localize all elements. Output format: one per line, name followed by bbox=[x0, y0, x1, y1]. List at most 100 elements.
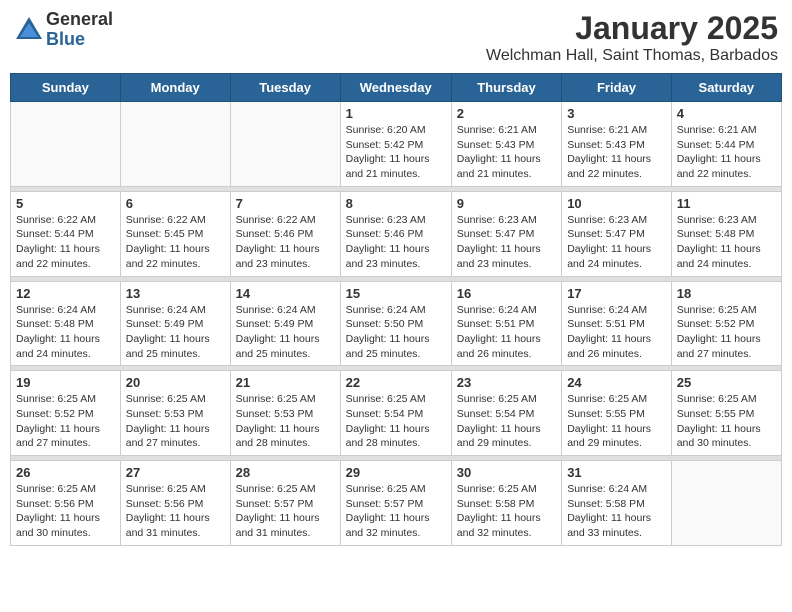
calendar-cell: 31Sunrise: 6:24 AM Sunset: 5:58 PM Dayli… bbox=[562, 461, 672, 546]
day-number: 19 bbox=[16, 375, 115, 390]
week-row-2: 5Sunrise: 6:22 AM Sunset: 5:44 PM Daylig… bbox=[11, 191, 782, 276]
day-info: Sunrise: 6:23 AM Sunset: 5:46 PM Dayligh… bbox=[346, 213, 446, 272]
day-info: Sunrise: 6:25 AM Sunset: 5:53 PM Dayligh… bbox=[236, 392, 335, 451]
day-info: Sunrise: 6:22 AM Sunset: 5:44 PM Dayligh… bbox=[16, 213, 115, 272]
day-info: Sunrise: 6:21 AM Sunset: 5:43 PM Dayligh… bbox=[567, 123, 666, 182]
logo-blue-text: Blue bbox=[46, 30, 113, 50]
day-info: Sunrise: 6:25 AM Sunset: 5:54 PM Dayligh… bbox=[346, 392, 446, 451]
day-number: 17 bbox=[567, 286, 666, 301]
day-number: 2 bbox=[457, 106, 556, 121]
calendar-cell: 19 Sunrise: 6:25 AM Sunset: 5:52 PM Dayli… bbox=[11, 371, 121, 456]
weekday-header-saturday: Saturday bbox=[671, 74, 781, 102]
day-number: 22 bbox=[346, 375, 446, 390]
weekday-header-monday: Monday bbox=[120, 74, 230, 102]
logo-general-text: General bbox=[46, 10, 113, 30]
calendar-cell: 7 Sunrise: 6:22 AM Sunset: 5:46 PM Daylig… bbox=[230, 191, 340, 276]
calendar-cell: 20 Sunrise: 6:25 AM Sunset: 5:53 PM Dayli… bbox=[120, 371, 230, 456]
logo-icon bbox=[14, 15, 44, 45]
day-number: 6 bbox=[126, 196, 225, 211]
day-number: 16 bbox=[457, 286, 556, 301]
day-info: Sunrise: 6:21 AM Sunset: 5:43 PM Dayligh… bbox=[457, 123, 556, 182]
day-info: Sunrise: 6:25 AM Sunset: 5:56 PM Dayligh… bbox=[126, 482, 225, 541]
weekday-header-row: SundayMondayTuesdayWednesdayThursdayFrid… bbox=[11, 74, 782, 102]
calendar-cell: 11 Sunrise: 6:23 AM Sunset: 5:48 PM Dayli… bbox=[671, 191, 781, 276]
title-block: January 2025 Welchman Hall, Saint Thomas… bbox=[486, 10, 778, 65]
day-info: Sunrise: 6:24 AM Sunset: 5:51 PM Dayligh… bbox=[567, 303, 666, 362]
day-number: 1 bbox=[346, 106, 446, 121]
calendar-cell: 3Sunrise: 6:21 AM Sunset: 5:43 PM Daylig… bbox=[562, 102, 672, 187]
weekday-header-friday: Friday bbox=[562, 74, 672, 102]
week-row-1: 1 Sunrise: 6:20 AM Sunset: 5:42 PM Daylig… bbox=[11, 102, 782, 187]
day-number: 13 bbox=[126, 286, 225, 301]
day-number: 15 bbox=[346, 286, 446, 301]
calendar-cell: 4 Sunrise: 6:21 AM Sunset: 5:44 PM Daylig… bbox=[671, 102, 781, 187]
calendar-cell bbox=[671, 461, 781, 546]
weekday-header-wednesday: Wednesday bbox=[340, 74, 451, 102]
page-header: General Blue January 2025 Welchman Hall,… bbox=[10, 10, 782, 65]
calendar-cell: 27 Sunrise: 6:25 AM Sunset: 5:56 PM Dayli… bbox=[120, 461, 230, 546]
day-number: 7 bbox=[236, 196, 335, 211]
day-number: 11 bbox=[677, 196, 776, 211]
weekday-header-sunday: Sunday bbox=[11, 74, 121, 102]
day-number: 12 bbox=[16, 286, 115, 301]
logo-text: General Blue bbox=[46, 10, 113, 50]
day-info: Sunrise: 6:24 AM Sunset: 5:51 PM Dayligh… bbox=[457, 303, 556, 362]
day-info: Sunrise: 6:25 AM Sunset: 5:57 PM Dayligh… bbox=[346, 482, 446, 541]
calendar-cell: 30 Sunrise: 6:25 AM Sunset: 5:58 PM Dayli… bbox=[451, 461, 561, 546]
day-info: Sunrise: 6:22 AM Sunset: 5:46 PM Dayligh… bbox=[236, 213, 335, 272]
logo: General Blue bbox=[14, 10, 113, 50]
calendar-cell: 2 Sunrise: 6:21 AM Sunset: 5:43 PM Daylig… bbox=[451, 102, 561, 187]
day-number: 4 bbox=[677, 106, 776, 121]
calendar-cell: 17 Sunrise: 6:24 AM Sunset: 5:51 PM Dayli… bbox=[562, 281, 672, 366]
day-info: Sunrise: 6:25 AM Sunset: 5:52 PM Dayligh… bbox=[16, 392, 115, 451]
calendar-cell: 23 Sunrise: 6:25 AM Sunset: 5:54 PM Dayli… bbox=[451, 371, 561, 456]
day-info: Sunrise: 6:25 AM Sunset: 5:55 PM Dayligh… bbox=[677, 392, 776, 451]
calendar-cell: 13Sunrise: 6:24 AM Sunset: 5:49 PM Dayli… bbox=[120, 281, 230, 366]
day-number: 20 bbox=[126, 375, 225, 390]
day-info: Sunrise: 6:25 AM Sunset: 5:58 PM Dayligh… bbox=[457, 482, 556, 541]
day-info: Sunrise: 6:21 AM Sunset: 5:44 PM Dayligh… bbox=[677, 123, 776, 182]
week-row-5: 26Sunrise: 6:25 AM Sunset: 5:56 PM Dayli… bbox=[11, 461, 782, 546]
day-number: 30 bbox=[457, 465, 556, 480]
day-info: Sunrise: 6:24 AM Sunset: 5:50 PM Dayligh… bbox=[346, 303, 446, 362]
day-info: Sunrise: 6:25 AM Sunset: 5:54 PM Dayligh… bbox=[457, 392, 556, 451]
day-info: Sunrise: 6:24 AM Sunset: 5:49 PM Dayligh… bbox=[236, 303, 335, 362]
calendar-cell: 1 Sunrise: 6:20 AM Sunset: 5:42 PM Daylig… bbox=[340, 102, 451, 187]
week-row-3: 12 Sunrise: 6:24 AM Sunset: 5:48 PM Dayli… bbox=[11, 281, 782, 366]
day-number: 9 bbox=[457, 196, 556, 211]
day-number: 25 bbox=[677, 375, 776, 390]
day-number: 29 bbox=[346, 465, 446, 480]
week-row-4: 19 Sunrise: 6:25 AM Sunset: 5:52 PM Dayli… bbox=[11, 371, 782, 456]
calendar-cell: 16 Sunrise: 6:24 AM Sunset: 5:51 PM Dayli… bbox=[451, 281, 561, 366]
location-subtitle: Welchman Hall, Saint Thomas, Barbados bbox=[486, 47, 778, 65]
day-info: Sunrise: 6:25 AM Sunset: 5:52 PM Dayligh… bbox=[677, 303, 776, 362]
day-number: 23 bbox=[457, 375, 556, 390]
day-info: Sunrise: 6:25 AM Sunset: 5:57 PM Dayligh… bbox=[236, 482, 335, 541]
day-info: Sunrise: 6:20 AM Sunset: 5:42 PM Dayligh… bbox=[346, 123, 446, 182]
calendar-cell: 8Sunrise: 6:23 AM Sunset: 5:46 PM Daylig… bbox=[340, 191, 451, 276]
calendar-cell: 22 Sunrise: 6:25 AM Sunset: 5:54 PM Dayli… bbox=[340, 371, 451, 456]
day-number: 21 bbox=[236, 375, 335, 390]
day-info: Sunrise: 6:25 AM Sunset: 5:53 PM Dayligh… bbox=[126, 392, 225, 451]
calendar-cell: 25 Sunrise: 6:25 AM Sunset: 5:55 PM Dayli… bbox=[671, 371, 781, 456]
calendar-cell bbox=[230, 102, 340, 187]
day-info: Sunrise: 6:24 AM Sunset: 5:48 PM Dayligh… bbox=[16, 303, 115, 362]
calendar-cell bbox=[11, 102, 121, 187]
day-number: 27 bbox=[126, 465, 225, 480]
calendar-cell: 14Sunrise: 6:24 AM Sunset: 5:49 PM Dayli… bbox=[230, 281, 340, 366]
weekday-header-tuesday: Tuesday bbox=[230, 74, 340, 102]
calendar-cell: 12 Sunrise: 6:24 AM Sunset: 5:48 PM Dayli… bbox=[11, 281, 121, 366]
weekday-header-thursday: Thursday bbox=[451, 74, 561, 102]
calendar-cell: 15 Sunrise: 6:24 AM Sunset: 5:50 PM Dayli… bbox=[340, 281, 451, 366]
calendar-cell: 26Sunrise: 6:25 AM Sunset: 5:56 PM Dayli… bbox=[11, 461, 121, 546]
calendar-cell: 6Sunrise: 6:22 AM Sunset: 5:45 PM Daylig… bbox=[120, 191, 230, 276]
calendar-cell: 21 Sunrise: 6:25 AM Sunset: 5:53 PM Dayli… bbox=[230, 371, 340, 456]
calendar-cell: 10Sunrise: 6:23 AM Sunset: 5:47 PM Dayli… bbox=[562, 191, 672, 276]
day-info: Sunrise: 6:23 AM Sunset: 5:48 PM Dayligh… bbox=[677, 213, 776, 272]
month-year-title: January 2025 bbox=[486, 10, 778, 47]
day-number: 28 bbox=[236, 465, 335, 480]
day-number: 31 bbox=[567, 465, 666, 480]
day-info: Sunrise: 6:25 AM Sunset: 5:55 PM Dayligh… bbox=[567, 392, 666, 451]
calendar-cell: 28 Sunrise: 6:25 AM Sunset: 5:57 PM Dayli… bbox=[230, 461, 340, 546]
day-number: 18 bbox=[677, 286, 776, 301]
